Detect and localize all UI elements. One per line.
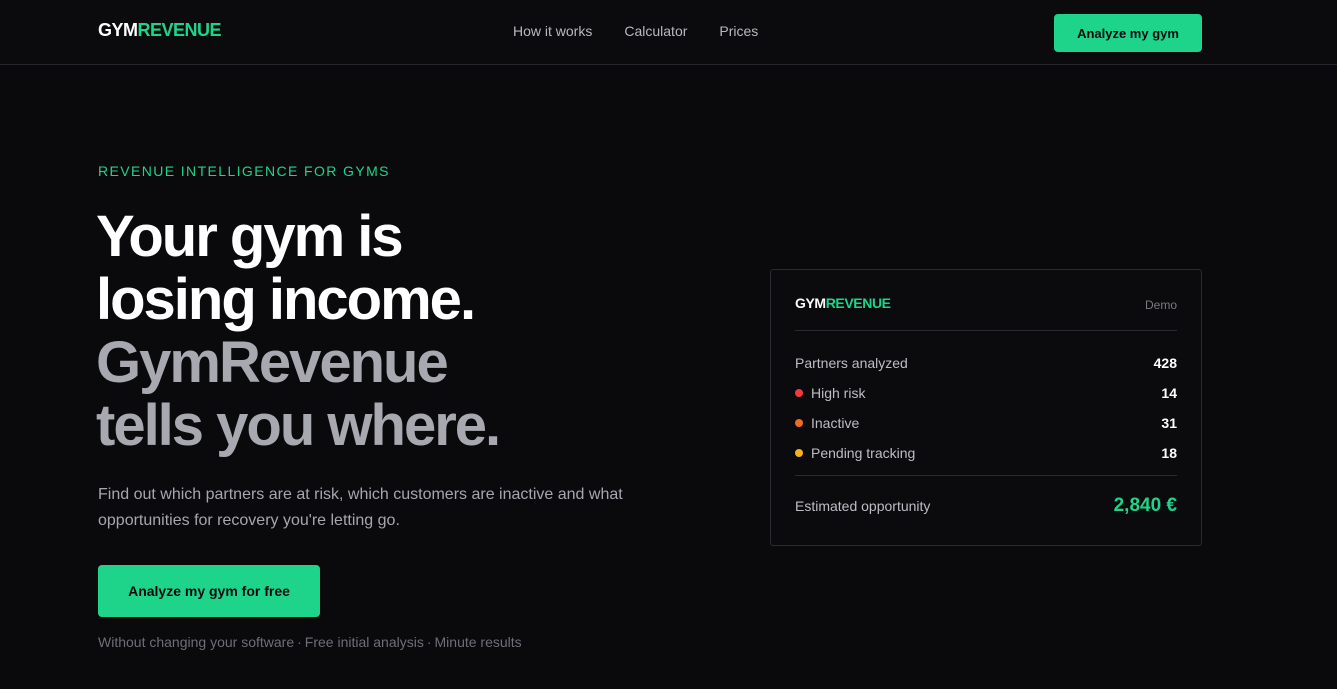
yellow-dot-icon — [795, 449, 803, 457]
opportunity-label: Estimated opportunity — [795, 498, 931, 514]
analyze-my-gym-button[interactable]: Analyze my gym — [1054, 14, 1202, 52]
hero-eyebrow: REVENUE INTELLIGENCE FOR GYMS — [98, 163, 390, 179]
card-logo-revenue: REVENUE — [825, 295, 891, 311]
stat-row: Inactive 31 — [795, 408, 1177, 438]
headline-line-4: tells you where. — [96, 393, 501, 458]
red-dot-icon — [795, 389, 803, 397]
stat-value: 14 — [1161, 385, 1177, 401]
hero-subtext: Find out which partners are at risk, whi… — [98, 486, 623, 529]
stat-value: 18 — [1161, 445, 1177, 461]
demo-card: GYMREVENUE Demo Partners analyzed 428 Hi… — [770, 269, 1202, 546]
stat-label: Pending tracking — [811, 445, 916, 461]
stat-row: Partners analyzed 428 — [795, 348, 1177, 378]
stat-row: High risk 14 — [795, 378, 1177, 408]
footnote-separator: · — [426, 634, 432, 650]
footnote-item: Without changing your software — [98, 634, 295, 650]
card-logo: GYMREVENUE — [795, 295, 891, 311]
card-stats: Partners analyzed 428 High risk 14 Inact… — [795, 348, 1177, 468]
hero-headline: Your gym is losing income. GymRevenue te… — [96, 204, 501, 458]
stat-row: Pending tracking 18 — [795, 438, 1177, 468]
main-nav: How it works Calculator Prices — [513, 23, 758, 39]
logo[interactable]: GYMREVENUE — [98, 20, 222, 41]
stat-label: Inactive — [811, 415, 860, 431]
hero-footnote: Without changing your software · Free init… — [98, 634, 522, 650]
stat-value: 428 — [1153, 355, 1177, 371]
orange-dot-icon — [795, 419, 803, 427]
nav-calculator[interactable]: Calculator — [624, 23, 687, 39]
demo-badge: Demo — [1144, 298, 1177, 312]
headline-line-2: losing income. — [96, 267, 476, 332]
stat-value: 31 — [1161, 415, 1177, 431]
logo-revenue: REVENUE — [137, 20, 222, 40]
stat-label: High risk — [811, 385, 866, 401]
footnote-separator: · — [297, 634, 302, 650]
stat-label: Partners analyzed — [795, 355, 908, 371]
headline-line-3: GymRevenue — [96, 330, 449, 395]
card-divider — [795, 475, 1177, 476]
estimated-opportunity: Estimated opportunity 2,840 € — [795, 492, 1177, 520]
logo-gym: GYM — [98, 20, 138, 40]
card-logo-gym: GYM — [795, 295, 826, 311]
analyze-my-gym-for-free-button[interactable]: Analyze my gym for free — [98, 565, 320, 617]
headline-line-1: Your gym is — [96, 204, 404, 269]
card-header: GYMREVENUE Demo — [795, 295, 1177, 331]
nav-how-it-works[interactable]: How it works — [513, 23, 592, 39]
footnote-item: Minute results — [434, 634, 522, 650]
nav-prices[interactable]: Prices — [719, 23, 758, 39]
top-navigation-bar: GYMREVENUE How it works Calculator Price… — [0, 0, 1337, 65]
opportunity-value: 2,840 € — [1113, 495, 1177, 516]
footnote-item: Free initial analysis — [304, 634, 424, 650]
